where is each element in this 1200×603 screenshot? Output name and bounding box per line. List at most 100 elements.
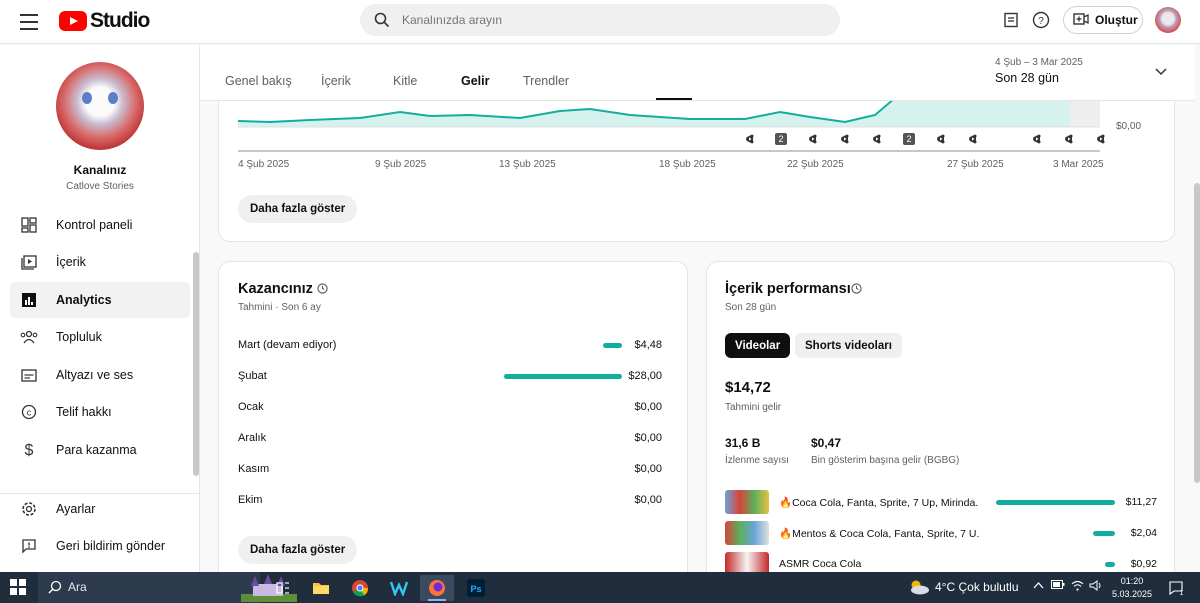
shorts-upload-icon[interactable] <box>935 133 947 145</box>
shorts-pill[interactable]: Shorts videoları <box>795 333 902 358</box>
tab-revenue[interactable]: Gelir <box>461 74 490 88</box>
video-title[interactable]: ASMR Coca Cola <box>779 558 979 570</box>
taskbar-search-label: Ara <box>68 580 87 594</box>
sidebar-item-subtitles[interactable]: Altyazı ve ses <box>10 357 190 393</box>
sidebar-item-dashboard[interactable]: Kontrol paneli <box>10 207 190 243</box>
channel-name: Kanalınız <box>73 163 127 177</box>
shorts-upload-icon[interactable] <box>1095 133 1107 145</box>
earnings-amount: $0,00 <box>634 401 662 413</box>
video-thumbnail[interactable] <box>725 521 769 545</box>
x-tick-label: 9 Şub 2025 <box>375 159 427 170</box>
earnings-row: Ocak $0,00 <box>238 401 662 417</box>
battery-icon[interactable] <box>1051 580 1065 592</box>
video-title[interactable]: 🔥Coca Cola, Fanta, Sprite, 7 Up, Mirinda… <box>779 496 979 509</box>
videos-pill[interactable]: Videolar <box>725 333 791 358</box>
weather-widget[interactable]: 4°C Çok bulutlu <box>908 579 1019 595</box>
sidebar-item-label: Geri bildirim gönder <box>56 539 166 553</box>
windows-start-icon[interactable] <box>10 579 26 595</box>
earnings-bar <box>504 374 622 379</box>
upload-count-marker[interactable]: 2 <box>775 133 787 145</box>
upload-count-marker[interactable]: 2 <box>903 133 915 145</box>
sidebar-item-community[interactable]: Topluluk <box>10 319 190 355</box>
clock-icon[interactable] <box>317 283 328 297</box>
file-explorer-icon[interactable] <box>304 575 338 601</box>
sidebar-item-copyright[interactable]: c Telif hakkı <box>10 394 190 430</box>
search-bar[interactable] <box>360 4 840 36</box>
community-icon <box>20 328 38 346</box>
channel-avatar[interactable] <box>56 62 144 150</box>
photoshop-icon[interactable]: Ps <box>459 575 493 601</box>
studio-logo[interactable]: Studio <box>59 9 150 33</box>
channel-handle: Catlove Stories <box>66 181 134 192</box>
firefox-icon[interactable] <box>420 575 454 601</box>
create-label: Oluştur <box>1095 13 1138 27</box>
wifi-icon[interactable] <box>1071 580 1084 594</box>
video-thumbnail[interactable] <box>725 490 769 514</box>
task-view-icon[interactable] <box>266 575 300 601</box>
menu-icon[interactable] <box>20 12 38 32</box>
shorts-upload-icon[interactable] <box>744 133 756 145</box>
sidebar-item-monetization[interactable]: $ Para kazanma <box>10 432 190 468</box>
account-avatar[interactable] <box>1155 7 1181 33</box>
shorts-upload-icon[interactable] <box>1063 133 1075 145</box>
sidebar-item-label: İçerik <box>56 255 86 269</box>
brand-name: Studio <box>90 9 150 32</box>
tab-audience[interactable]: Kitle <box>393 74 417 88</box>
shorts-upload-icon[interactable] <box>871 133 883 145</box>
x-tick-label: 3 Mar 2025 <box>1053 159 1104 170</box>
chevron-down-icon[interactable] <box>1155 65 1167 79</box>
page-scrollbar[interactable] <box>1194 183 1200 483</box>
earnings-month: Ocak <box>238 401 264 413</box>
clock-icon[interactable] <box>851 283 862 297</box>
sidebar-item-feedback[interactable]: Geri bildirim gönder <box>10 528 190 564</box>
clock-date: 5.03.2025 <box>1112 589 1153 599</box>
earnings-show-more-button[interactable]: Daha fazla göster <box>238 536 358 564</box>
sidebar-item-settings[interactable]: Ayarlar <box>10 491 190 527</box>
search-input[interactable] <box>402 13 802 27</box>
shorts-upload-icon[interactable] <box>967 133 979 145</box>
help-icon[interactable]: ? <box>1031 10 1051 30</box>
video-title[interactable]: 🔥Mentos & Coca Cola, Fanta, Sprite, 7 U.… <box>779 527 979 540</box>
performance-title: İçerik performansı <box>725 281 851 297</box>
earnings-subtitle: Tahmini · Son 6 ay <box>238 302 321 313</box>
video-revenue: $0,92 <box>1130 558 1157 570</box>
earnings-row: Aralık $0,00 <box>238 432 662 448</box>
date-preset[interactable]: Son 28 gün <box>995 71 1059 85</box>
chrome-icon[interactable] <box>343 575 377 601</box>
earnings-amount: $0,00 <box>634 494 662 506</box>
sidebar-item-content[interactable]: İçerik <box>10 244 190 280</box>
estimated-revenue-caption: Tahmini gelir <box>725 402 782 413</box>
chevron-up-icon[interactable] <box>1033 580 1044 592</box>
speaker-icon[interactable] <box>1089 580 1103 594</box>
messages-icon[interactable] <box>1001 10 1021 30</box>
x-tick-label: 22 Şub 2025 <box>787 159 844 170</box>
clock[interactable]: 01:20 5.03.2025 <box>1112 575 1152 601</box>
tab-overview[interactable]: Genel bakış <box>225 74 292 88</box>
shorts-upload-icon[interactable] <box>807 133 819 145</box>
wondershare-icon[interactable] <box>382 575 416 601</box>
video-revenue-bar <box>1093 531 1115 536</box>
taskbar-search[interactable]: Ara <box>38 572 297 603</box>
notification-icon[interactable]: 1 <box>1168 580 1184 599</box>
shorts-upload-icon[interactable] <box>839 133 851 145</box>
content-icon <box>20 253 38 271</box>
tab-content[interactable]: İçerik <box>321 74 351 88</box>
svg-text:$: $ <box>25 442 34 459</box>
earnings-row: Mart (devam ediyor) $4,48 <box>238 339 662 355</box>
shorts-upload-icon[interactable] <box>1031 133 1043 145</box>
views-value: 31,6 B <box>725 436 761 450</box>
earnings-month: Mart (devam ediyor) <box>238 339 337 351</box>
video-revenue: $11,27 <box>1125 496 1157 508</box>
earnings-title: Kazancınız <box>238 281 313 297</box>
create-button[interactable]: Oluştur <box>1063 6 1143 34</box>
subtitles-icon <box>20 366 38 384</box>
video-row[interactable]: 🔥Coca Cola, Fanta, Sprite, 7 Up, Mirinda… <box>725 490 1157 516</box>
video-revenue: $2,04 <box>1130 527 1157 539</box>
video-row[interactable]: 🔥Mentos & Coca Cola, Fanta, Sprite, 7 U.… <box>725 521 1157 547</box>
top-bar: Studio ? Oluştur <box>0 0 1200 44</box>
date-range[interactable]: 4 Şub – 3 Mar 2025 <box>995 57 1083 68</box>
show-more-button[interactable]: Daha fazla göster <box>238 195 358 223</box>
tab-trends[interactable]: Trendler <box>523 74 569 88</box>
sidebar-scrollbar[interactable] <box>193 252 199 476</box>
sidebar-item-analytics[interactable]: Analytics <box>10 282 190 318</box>
